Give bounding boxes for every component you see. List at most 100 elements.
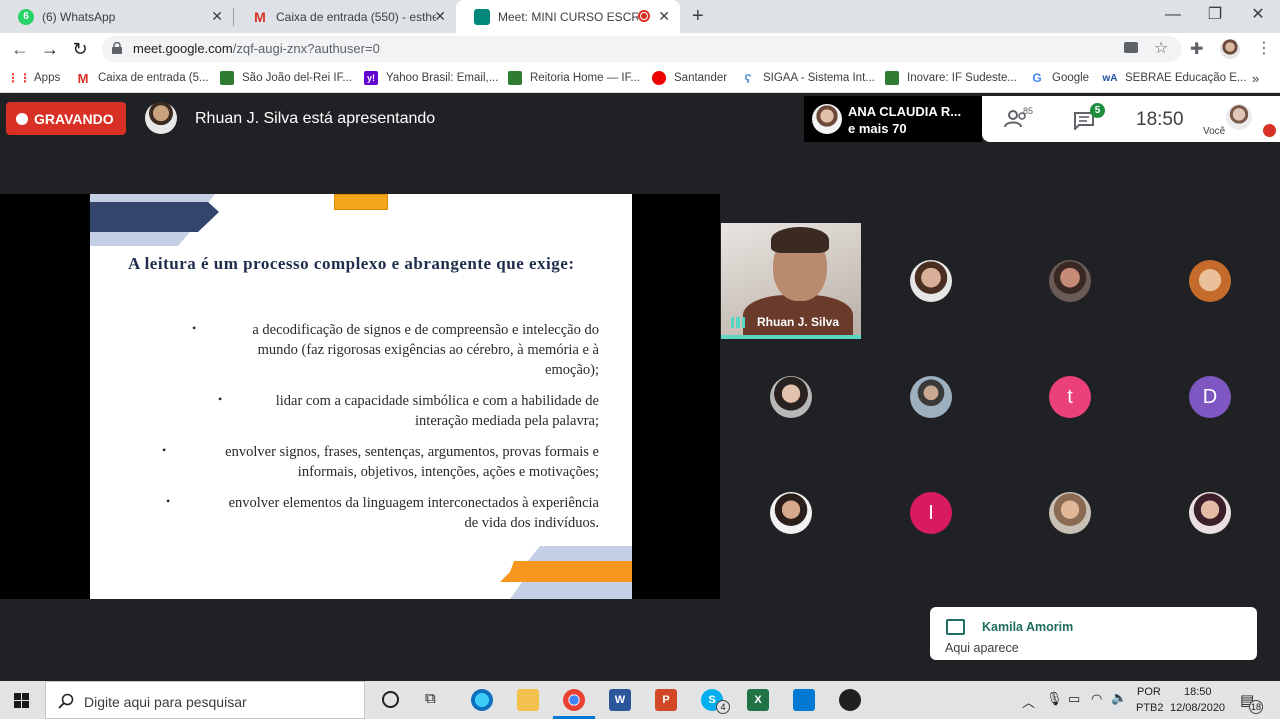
bookmark-google[interactable]: G Google — [1030, 71, 1089, 85]
participant-avatar[interactable] — [1049, 260, 1091, 302]
taskbar-date[interactable]: 12/08/2020 — [1170, 702, 1225, 714]
store-icon[interactable] — [793, 689, 815, 711]
minimize-button[interactable]: — — [1153, 4, 1193, 26]
meet-clock: 18:50 — [1136, 109, 1184, 130]
bullet-line: a decodificação de signos e de compreens… — [252, 322, 599, 338]
bookmark-inovare[interactable]: Inovare: IF Sudeste... — [885, 71, 1017, 85]
top-participants-box[interactable]: ANA CLAUDIA R... e mais 70 — [804, 96, 982, 142]
close-tab-icon[interactable]: ✕ — [434, 8, 446, 25]
edge-icon[interactable] — [471, 689, 493, 711]
back-button[interactable]: ← — [8, 37, 32, 61]
participant-avatar[interactable] — [1189, 492, 1231, 534]
wifi-icon[interactable]: ◠ — [1091, 691, 1102, 707]
participant-avatar[interactable]: D — [1189, 376, 1231, 418]
menu-kebab-icon[interactable]: ⋮ — [1256, 38, 1272, 58]
slide-decoration-top — [90, 194, 219, 246]
bookmark-apps[interactable]: ⋮⋮ Apps — [7, 71, 60, 85]
close-tab-icon[interactable]: ✕ — [658, 8, 670, 25]
more-participants: e mais 70 — [848, 121, 907, 136]
top-participant-name: ANA CLAUDIA R... — [848, 104, 962, 119]
slide-bullet-1: a decodificação de signos e de compreens… — [252, 320, 599, 380]
language-indicator[interactable]: POR — [1137, 686, 1161, 698]
new-tab-button[interactable]: + — [692, 5, 704, 28]
mic-off-icon — [1263, 124, 1276, 137]
participant-avatar[interactable]: I — [910, 492, 952, 534]
bullet-icon: • — [218, 392, 223, 406]
profile-avatar[interactable] — [1220, 39, 1240, 59]
forward-button[interactable]: → — [38, 37, 62, 61]
gmail-icon: M — [254, 8, 266, 25]
reload-button[interactable]: ↻ — [68, 37, 92, 61]
bookmark-santander[interactable]: Santander — [652, 71, 727, 85]
bookmark-label: Reitoria Home — IF... — [530, 72, 640, 84]
gmail-icon: M — [77, 70, 89, 86]
tab-gmail[interactable]: M Caixa de entrada (550) - esther.m ✕ — [234, 0, 456, 33]
close-tab-icon[interactable]: ✕ — [211, 8, 223, 25]
bookmark-star-icon[interactable]: ☆ — [1154, 38, 1168, 58]
battery-icon[interactable]: ▭ — [1068, 691, 1080, 707]
cortana-icon[interactable] — [382, 691, 399, 708]
obs-icon[interactable] — [839, 689, 861, 711]
google-icon: G — [1032, 71, 1042, 85]
more-bookmarks-button[interactable]: » — [1252, 71, 1259, 86]
keyboard-layout[interactable]: PTB2 — [1136, 702, 1164, 714]
bookmark-sjdr[interactable]: São João del-Rei IF... — [220, 71, 352, 85]
meet-call-area: GRAVANDO Rhuan J. Silva está apresentand… — [0, 94, 1280, 681]
people-count: 85 — [1023, 106, 1034, 116]
yahoo-icon: y! — [364, 71, 378, 85]
participant-avatar[interactable]: t — [1049, 376, 1091, 418]
participant-avatar[interactable] — [1189, 260, 1231, 302]
sigaa-icon: ʕ — [744, 70, 752, 86]
self-avatar[interactable] — [1226, 104, 1252, 130]
maximize-button[interactable]: ❐ — [1195, 4, 1235, 26]
extensions-icon[interactable]: ✚ — [1190, 39, 1203, 59]
participant-avatar[interactable] — [770, 376, 812, 418]
word-icon[interactable]: W — [609, 689, 631, 711]
file-explorer-icon[interactable] — [517, 689, 539, 711]
microphone-icon[interactable]: 🎙 — [1046, 691, 1063, 707]
you-label: Você — [1203, 126, 1226, 137]
bookmark-gmail[interactable]: M Caixa de entrada (5... — [76, 70, 209, 86]
chat-unread-badge: 5 — [1090, 103, 1105, 118]
presenter-video-tile[interactable]: Rhuan J. Silva — [721, 223, 861, 339]
ifsudeste-icon — [220, 71, 234, 85]
camera-in-use-icon[interactable] — [1124, 42, 1138, 53]
tray-chevron-up-icon[interactable]: ︿ — [1022, 692, 1035, 711]
participant-avatar[interactable] — [1049, 492, 1091, 534]
participant-avatar[interactable] — [910, 376, 952, 418]
presentation-slide: A leitura é um processo complexo e abran… — [90, 194, 632, 599]
excel-icon[interactable]: X — [747, 689, 769, 711]
tab-title: Meet: MINI CURSO ESCRITA — [498, 9, 638, 24]
participant-avatar[interactable] — [770, 492, 812, 534]
volume-icon[interactable]: 🔈 — [1111, 690, 1127, 706]
taskbar-search-input[interactable]: Digite aqui para pesquisar — [45, 681, 365, 719]
tab-whatsapp[interactable]: 6 (6) WhatsApp ✕ — [0, 0, 233, 33]
tab-title: (6) WhatsApp — [42, 9, 116, 24]
bookmark-reitoria[interactable]: Reitoria Home — IF... — [508, 71, 640, 85]
bookmark-label: SIGAA - Sistema Int... — [763, 72, 875, 84]
bookmark-label: São João del-Rei IF... — [242, 72, 352, 84]
bookmark-sebrae[interactable]: wA SEBRAE Educação E... — [1103, 71, 1247, 85]
slide-title: A leitura é um processo complexo e abran… — [128, 254, 575, 273]
powerpoint-icon[interactable]: P — [655, 689, 677, 711]
chrome-icon[interactable] — [563, 689, 585, 711]
recording-button[interactable]: GRAVANDO — [6, 102, 126, 135]
task-view-icon[interactable]: ⧉ — [425, 690, 436, 707]
taskbar-clock[interactable]: 18:50 — [1184, 686, 1212, 698]
bookmark-sigaa[interactable]: ʕ SIGAA - Sistema Int... — [741, 70, 875, 86]
presenting-status: Rhuan J. Silva está apresentando — [195, 110, 436, 127]
presenter-toolbar-icon[interactable] — [334, 194, 388, 210]
chat-notification[interactable]: Kamila Amorim Aqui aparece — [930, 607, 1257, 660]
tab-meet[interactable]: Meet: MINI CURSO ESCRITA ✕ — [456, 0, 680, 33]
bullet-icon: • — [166, 494, 171, 508]
windows-start-icon[interactable] — [14, 693, 29, 708]
presentation-stage: A leitura é um processo complexo e abran… — [0, 194, 720, 599]
bookmark-yahoo[interactable]: y! Yahoo Brasil: Email,... — [364, 71, 498, 85]
bookmark-label: Caixa de entrada (5... — [98, 72, 209, 84]
close-window-button[interactable]: ✕ — [1238, 4, 1278, 26]
bullet-line: envolver signos, frases, sentenças, argu… — [225, 444, 599, 460]
address-bar[interactable]: meet.google.com/zqf-augi-znx?authuser=0 … — [102, 36, 1182, 62]
participant-avatar[interactable] — [910, 260, 952, 302]
meet-icon — [474, 8, 490, 25]
url-text: meet.google.com/zqf-augi-znx?authuser=0 — [133, 41, 380, 56]
